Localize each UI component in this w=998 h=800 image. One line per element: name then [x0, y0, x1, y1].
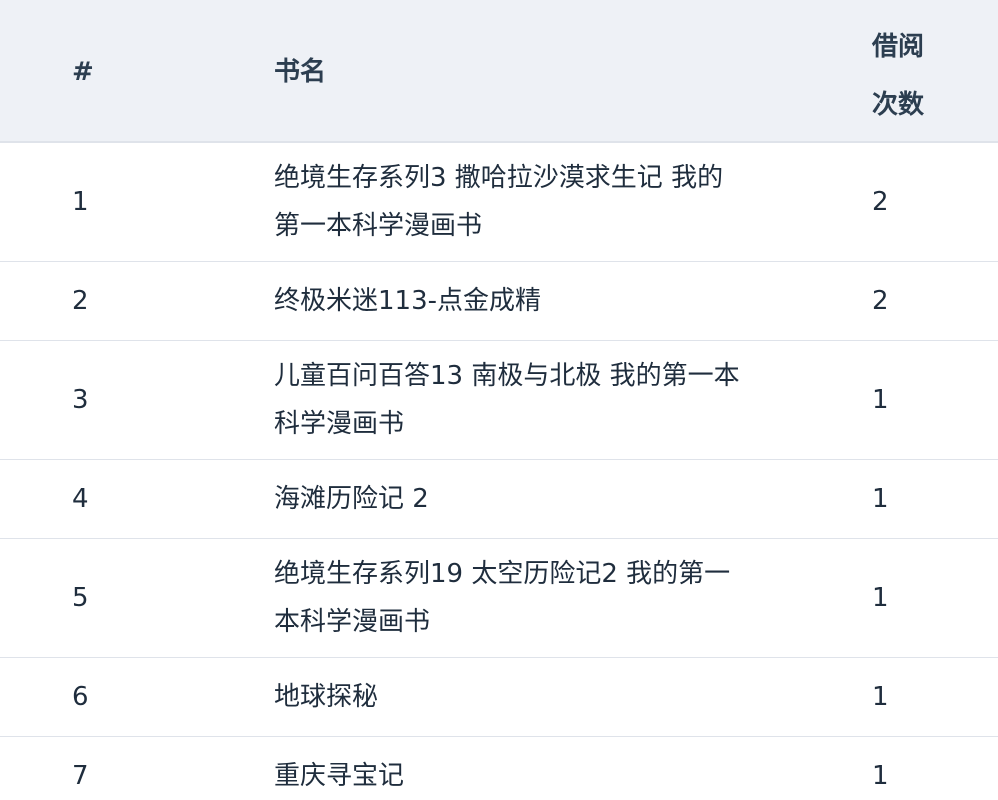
row-number: 7 [72, 761, 89, 791]
row-number: 2 [72, 286, 89, 316]
table-header: # 书名 借阅次数 [0, 0, 998, 143]
row-borrow-count: 1 [872, 484, 889, 514]
row-borrow-count: 2 [872, 187, 889, 217]
row-number: 6 [72, 682, 89, 712]
row-number: 3 [72, 385, 89, 415]
borrow-ranking-table: # 书名 借阅次数 1 绝境生存系列3 撒哈拉沙漠求生记 我的第一本科学漫画书 … [0, 0, 998, 800]
row-book-title: 绝境生存系列19 太空历险记2 我的第一本科学漫画书 [274, 559, 731, 637]
row-book-title: 地球探秘 [274, 682, 379, 712]
row-number: 1 [72, 187, 89, 217]
row-borrow-count: 1 [872, 682, 889, 712]
header-borrow-count: 借阅次数 [872, 32, 925, 120]
table-row[interactable]: 3 儿童百问百答13 南极与北极 我的第一本科学漫画书 1 [0, 341, 998, 460]
table-row[interactable]: 4 海滩历险记 2 1 [0, 460, 998, 539]
row-book-title: 海滩历险记 2 [274, 484, 429, 514]
table-row[interactable]: 6 地球探秘 1 [0, 658, 998, 737]
header-number: # [72, 57, 94, 87]
row-book-title: 绝境生存系列3 撒哈拉沙漠求生记 我的第一本科学漫画书 [274, 163, 724, 241]
table-row[interactable]: 1 绝境生存系列3 撒哈拉沙漠求生记 我的第一本科学漫画书 2 [0, 143, 998, 262]
header-book-title: 书名 [274, 57, 327, 87]
row-borrow-count: 1 [872, 583, 889, 613]
row-borrow-count: 2 [872, 286, 889, 316]
table-row[interactable]: 2 终极米迷113-点金成精 2 [0, 262, 998, 341]
row-borrow-count: 1 [872, 761, 889, 791]
row-number: 4 [72, 484, 89, 514]
row-book-title: 儿童百问百答13 南极与北极 我的第一本科学漫画书 [274, 361, 740, 439]
row-borrow-count: 1 [872, 385, 889, 415]
row-number: 5 [72, 583, 89, 613]
table-row[interactable]: 7 重庆寻宝记 1 [0, 737, 998, 800]
table-row[interactable]: 5 绝境生存系列19 太空历险记2 我的第一本科学漫画书 1 [0, 539, 998, 658]
row-book-title: 重庆寻宝记 [274, 761, 405, 791]
row-book-title: 终极米迷113-点金成精 [274, 286, 542, 316]
